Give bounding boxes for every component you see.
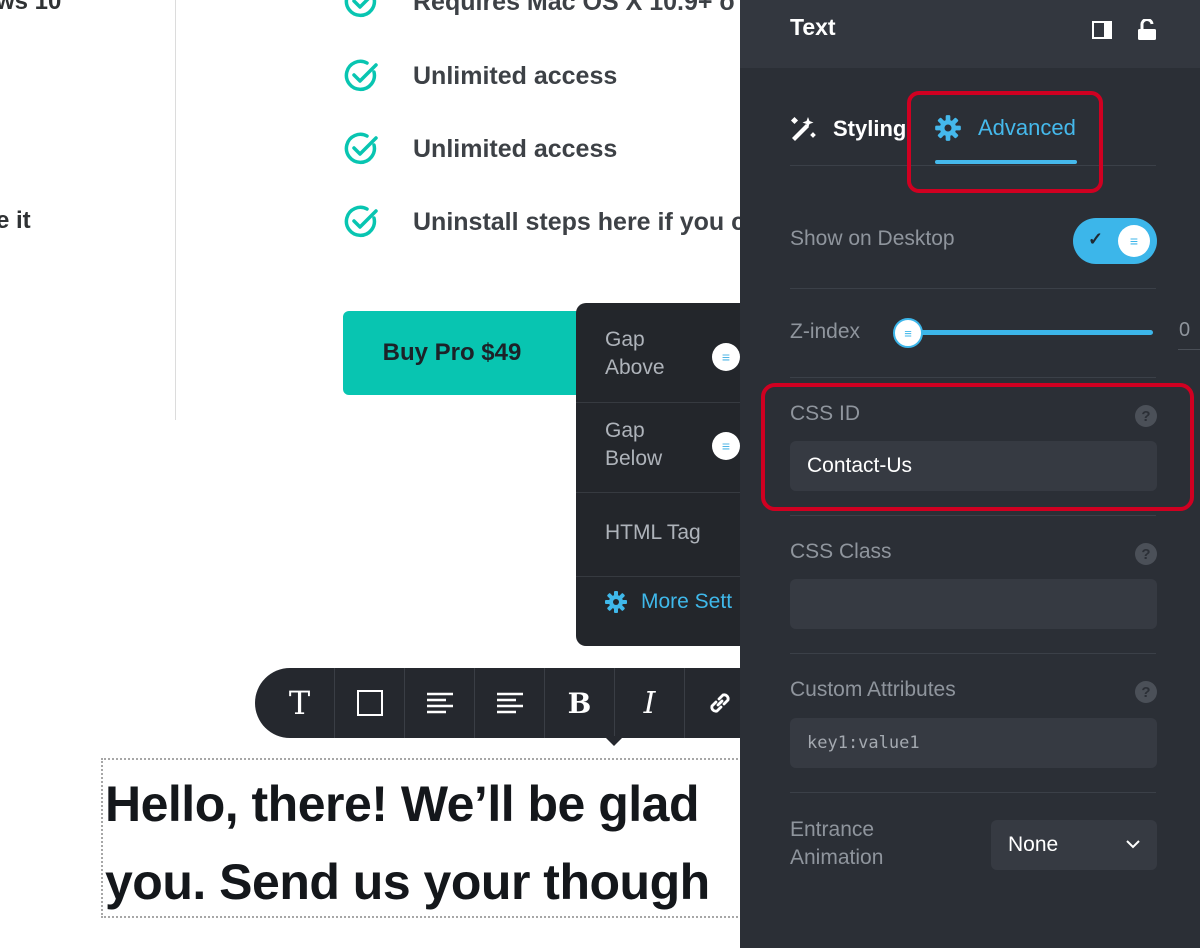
gap-below-label: Gap Below (605, 419, 663, 470)
tab-styling-label: Styling (833, 116, 907, 141)
toolbar-pointer (604, 736, 624, 746)
more-settings-link[interactable]: More Sett (604, 590, 732, 614)
headline-text[interactable]: Hello, there! We’ll be glad you. Send us… (105, 765, 785, 921)
z-index-label: Z-index (790, 320, 861, 343)
align-center-icon (496, 692, 523, 714)
box-style-button[interactable] (335, 668, 405, 738)
feature-item: Requires Mac OS X 10.9+ o (343, 0, 735, 20)
gap-above-slider-handle[interactable]: ≡ (712, 343, 740, 371)
text-type-icon: T (288, 684, 311, 722)
text-format-toolbar: T B I (255, 668, 775, 738)
headline-line: you. Send us your though (105, 854, 710, 910)
dock-panel-icon[interactable] (1091, 19, 1113, 41)
entrance-animation-select[interactable]: None (991, 820, 1157, 870)
tab-styling[interactable]: Styling (788, 114, 906, 144)
feature-text: Uninstall steps here if you c (413, 207, 746, 236)
column-divider (175, 0, 176, 420)
headline-line: Hello, there! We’ll be glad (105, 776, 700, 832)
align-left-button[interactable] (405, 668, 475, 738)
feature-text: Requires Mac OS X 10.9+ o (413, 0, 735, 16)
highlight-css-id (761, 383, 1194, 511)
check-circle-icon (344, 0, 377, 18)
z-index-slider-handle[interactable]: ≡ (893, 318, 923, 348)
css-class-input[interactable] (790, 579, 1157, 629)
custom-attributes-input[interactable]: key1:value1 (790, 718, 1157, 768)
help-icon[interactable]: ? (1135, 543, 1157, 565)
feature-item: Unlimited access (343, 58, 617, 94)
text-type-button[interactable]: T (265, 668, 335, 738)
section-divider (790, 515, 1156, 516)
align-left-icon (426, 692, 453, 714)
entrance-animation-label: Entrance Animation (790, 818, 884, 869)
panel-title: Text (790, 14, 836, 40)
align-center-button[interactable] (475, 668, 545, 738)
left-column-text-fragment: ws 10 (0, 0, 62, 15)
more-settings-label: More Sett (641, 590, 733, 613)
link-icon (710, 693, 730, 713)
highlight-advanced-tab (907, 91, 1103, 193)
feature-text: Unlimited access (413, 61, 618, 90)
check-circle-icon (344, 132, 378, 165)
bold-button[interactable]: B (545, 668, 615, 738)
italic-button[interactable]: I (615, 668, 685, 738)
italic-icon: I (643, 685, 656, 721)
section-divider (790, 288, 1156, 289)
bold-icon: B (567, 686, 592, 720)
css-class-label: CSS Class (790, 540, 892, 563)
checkmark-icon: ✓ (1088, 229, 1104, 249)
check-circle-icon (344, 205, 378, 238)
gap-below-slider-handle[interactable]: ≡ (712, 432, 740, 460)
show-on-desktop-toggle[interactable]: ✓ ≡ (1073, 218, 1157, 264)
z-index-value-underline (1178, 349, 1200, 350)
feature-item: Uninstall steps here if you c (343, 204, 745, 240)
entrance-animation-value: None (1008, 833, 1059, 856)
feature-text: Unlimited access (413, 134, 618, 163)
z-index-value[interactable]: 0 (1179, 319, 1190, 342)
section-divider (790, 377, 1156, 378)
check-circle-icon (344, 59, 378, 92)
section-divider (790, 653, 1156, 654)
left-column-text-fragment: e it (0, 207, 31, 234)
gap-above-label: Gap Above (605, 328, 665, 379)
z-index-slider-track[interactable] (908, 330, 1153, 335)
custom-attributes-label: Custom Attributes (790, 678, 956, 701)
toggle-knob: ≡ (1118, 225, 1150, 257)
magic-wand-icon (790, 116, 816, 141)
gear-icon (605, 591, 627, 613)
feature-item: Unlimited access (343, 131, 617, 167)
chevron-down-icon (1126, 840, 1140, 849)
square-icon (356, 690, 383, 716)
show-on-desktop-label: Show on Desktop (790, 227, 955, 250)
unlock-icon[interactable] (1136, 19, 1158, 41)
section-divider (790, 792, 1156, 793)
html-tag-label: HTML Tag (605, 521, 701, 544)
help-icon[interactable]: ? (1135, 681, 1157, 703)
buy-pro-button[interactable]: Buy Pro $49 (343, 311, 611, 395)
